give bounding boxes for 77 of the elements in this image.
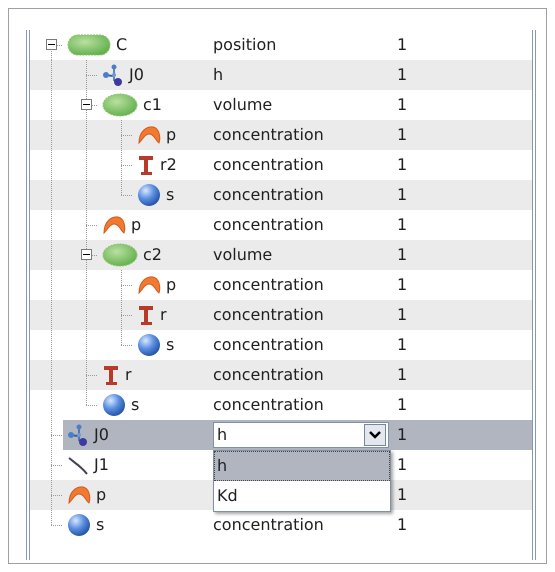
value-text: 1 bbox=[397, 244, 408, 266]
t-shape-icon bbox=[137, 303, 155, 327]
node-label: c2 bbox=[143, 244, 162, 266]
value-text: 1 bbox=[397, 124, 408, 146]
sphere-icon bbox=[102, 393, 126, 417]
value-text: 1 bbox=[397, 364, 408, 386]
property-text: concentration bbox=[213, 514, 324, 536]
property-text: concentration bbox=[213, 124, 324, 146]
node-label: s bbox=[131, 394, 140, 416]
ellipse-icon bbox=[102, 93, 138, 117]
node-label: J0 bbox=[129, 64, 144, 86]
node-label: s bbox=[166, 184, 174, 206]
property-text: concentration bbox=[213, 154, 324, 176]
minus-icon bbox=[83, 251, 90, 258]
property-text: volume bbox=[213, 244, 272, 266]
node-label: p bbox=[166, 274, 176, 296]
node-label: s bbox=[96, 514, 104, 536]
tree-lines-drawing bbox=[51, 450, 64, 480]
value-text: 1 bbox=[397, 514, 408, 536]
property-text: volume bbox=[213, 94, 272, 116]
value-text: 1 bbox=[397, 154, 408, 176]
node-label: J0 bbox=[94, 424, 109, 446]
value-text: 1 bbox=[397, 184, 408, 206]
sphere-icon bbox=[137, 183, 161, 207]
value-text: 1 bbox=[397, 394, 408, 416]
value-text: 1 bbox=[397, 64, 408, 86]
sphere-icon bbox=[67, 513, 91, 537]
property-text: position bbox=[213, 34, 276, 56]
tree-row[interactable]: s concentration 1 bbox=[30, 180, 532, 210]
value-text: 1 bbox=[397, 334, 408, 356]
minus-icon bbox=[83, 101, 90, 108]
tree-row[interactable]: r concentration 1 bbox=[30, 360, 532, 390]
property-text: concentration bbox=[213, 394, 324, 416]
node-label: r2 bbox=[160, 154, 177, 176]
value-text: 1 bbox=[397, 94, 408, 116]
value-text: 1 bbox=[397, 274, 408, 296]
tree-row[interactable]: r concentration 1 bbox=[30, 300, 532, 330]
node-label: c1 bbox=[143, 94, 162, 116]
chevron-icon bbox=[369, 431, 381, 439]
tree-row[interactable]: c2 volume 1 bbox=[30, 240, 532, 270]
value-text: 1 bbox=[397, 454, 408, 476]
value-text: 1 bbox=[397, 304, 408, 326]
t-shape-icon bbox=[102, 363, 120, 387]
minus-icon bbox=[48, 41, 55, 48]
sphere-icon bbox=[137, 333, 161, 357]
node-label: p bbox=[131, 214, 142, 236]
dropdown-option[interactable]: Kd bbox=[214, 481, 390, 511]
node-label: r bbox=[160, 304, 167, 326]
property-text: concentration bbox=[213, 364, 324, 386]
node-label: J1 bbox=[94, 454, 109, 476]
expand-toggle[interactable] bbox=[81, 99, 92, 110]
value-text: 1 bbox=[397, 34, 408, 56]
node-label: C bbox=[116, 34, 128, 56]
property-text: concentration bbox=[213, 334, 324, 356]
property-text: concentration bbox=[213, 184, 324, 206]
expand-toggle[interactable] bbox=[81, 249, 92, 260]
expand-toggle[interactable] bbox=[46, 39, 57, 50]
node-label: p bbox=[166, 124, 176, 146]
property-text: concentration bbox=[213, 304, 324, 326]
node-label: r bbox=[125, 364, 132, 386]
tree-row[interactable]: p concentration 1 bbox=[30, 120, 532, 150]
property-text: h bbox=[213, 64, 224, 86]
value-text: 1 bbox=[397, 484, 408, 506]
value-text: 1 bbox=[397, 214, 408, 236]
tree-row[interactable]: J0 h 1 bbox=[30, 60, 532, 90]
node-label: p bbox=[96, 484, 106, 506]
combobox[interactable]: h bbox=[213, 422, 389, 448]
value-text: 1 bbox=[397, 424, 408, 446]
ellipse-icon bbox=[102, 243, 138, 267]
property-text: concentration bbox=[213, 214, 324, 236]
node-label: s bbox=[166, 334, 174, 356]
molecule-icon bbox=[102, 63, 124, 87]
property-text: concentration bbox=[213, 274, 324, 296]
dropdown-button[interactable] bbox=[364, 424, 386, 446]
molecule-icon bbox=[67, 423, 89, 447]
t-shape-icon bbox=[137, 153, 155, 177]
dropdown-option[interactable]: h bbox=[214, 451, 390, 481]
